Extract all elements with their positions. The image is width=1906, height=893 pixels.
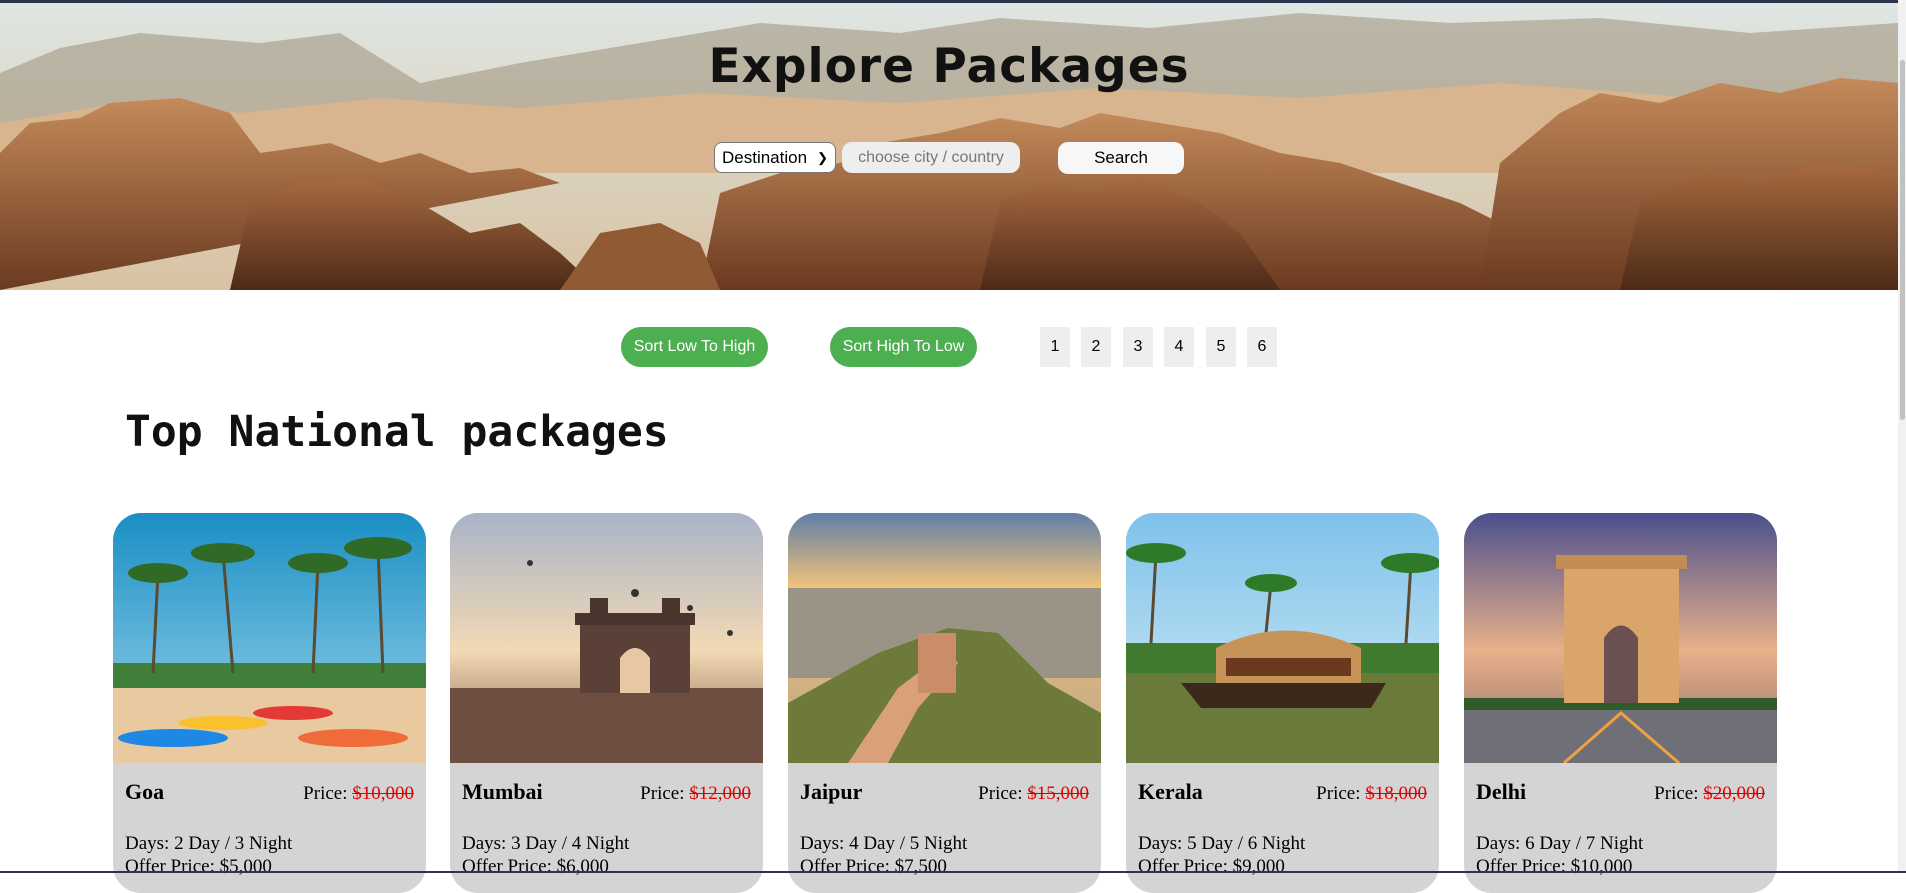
- package-price: Price: $10,000: [303, 783, 414, 805]
- package-offer-price: Offer Price: $6,000: [462, 856, 609, 877]
- search-button[interactable]: Search: [1058, 142, 1184, 174]
- kerala-houseboat-image: [1126, 513, 1439, 763]
- package-card-jaipur[interactable]: Jaipur Price: $15,000 Days: 4 Day / 5 Ni…: [788, 513, 1101, 893]
- package-price: Price: $12,000: [640, 783, 751, 805]
- price-label: Price:: [978, 783, 1023, 804]
- package-card-goa[interactable]: Goa Price: $10,000 Days: 2 Day / 3 Night…: [113, 513, 426, 893]
- page-button-2[interactable]: 2: [1081, 327, 1111, 367]
- destination-select[interactable]: Destination ❯: [714, 142, 836, 173]
- price-label: Price:: [303, 783, 348, 804]
- package-price: Price: $15,000: [978, 783, 1089, 805]
- package-card-delhi[interactable]: Delhi Price: $20,000 Days: 6 Day / 7 Nig…: [1464, 513, 1777, 893]
- package-offer-price: Offer Price: $10,000: [1476, 856, 1633, 877]
- package-duration: Days: 4 Day / 5 Night: [800, 833, 968, 854]
- goa-beach-image: [113, 513, 426, 763]
- chevron-down-icon: ❯: [817, 150, 828, 165]
- package-name: Jaipur: [800, 779, 863, 804]
- package-price: Price: $20,000: [1654, 783, 1765, 805]
- section-title: Top National packages: [125, 407, 669, 457]
- package-duration: Days: 3 Day / 4 Night: [462, 833, 630, 854]
- page-button-6[interactable]: 6: [1247, 327, 1277, 367]
- original-price: $18,000: [1365, 783, 1427, 804]
- city-search-input[interactable]: choose city / country: [842, 142, 1020, 173]
- price-label: Price:: [1316, 783, 1361, 804]
- price-label: Price:: [1654, 783, 1699, 804]
- scrollbar-thumb[interactable]: [1900, 60, 1905, 420]
- package-offer-price: Offer Price: $9,000: [1138, 856, 1285, 877]
- page-button-4[interactable]: 4: [1164, 327, 1194, 367]
- mumbai-gateway-image: [450, 513, 763, 763]
- original-price: $10,000: [352, 783, 414, 804]
- sort-high-to-low-button[interactable]: Sort High To Low: [830, 327, 977, 367]
- package-duration: Days: 6 Day / 7 Night: [1476, 833, 1644, 854]
- package-card-kerala[interactable]: Kerala Price: $18,000 Days: 5 Day / 6 Ni…: [1126, 513, 1439, 893]
- package-offer-price: Offer Price: $7,500: [800, 856, 947, 877]
- jaipur-fort-image: [788, 513, 1101, 763]
- hero-banner: Explore Packages Destination ❯ choose ci…: [0, 3, 1898, 290]
- page-title: Explore Packages: [708, 39, 1190, 94]
- page-button-3[interactable]: 3: [1123, 327, 1153, 367]
- package-price: Price: $18,000: [1316, 783, 1427, 805]
- page-button-5[interactable]: 5: [1206, 327, 1236, 367]
- package-name: Kerala: [1138, 779, 1203, 804]
- price-label: Price:: [640, 783, 685, 804]
- original-price: $20,000: [1703, 783, 1765, 804]
- delhi-india-gate-image: [1464, 513, 1777, 763]
- destination-select-value: Destination: [722, 148, 808, 167]
- package-name: Delhi: [1476, 779, 1527, 804]
- original-price: $15,000: [1027, 783, 1089, 804]
- sort-low-to-high-button[interactable]: Sort Low To High: [621, 327, 768, 367]
- page-button-1[interactable]: 1: [1040, 327, 1070, 367]
- package-duration: Days: 2 Day / 3 Night: [125, 833, 293, 854]
- package-card-mumbai[interactable]: Mumbai Price: $12,000 Days: 3 Day / 4 Ni…: [450, 513, 763, 893]
- package-name: Goa: [125, 779, 165, 804]
- original-price: $12,000: [689, 783, 751, 804]
- package-name: Mumbai: [462, 779, 543, 804]
- package-duration: Days: 5 Day / 6 Night: [1138, 833, 1306, 854]
- package-offer-price: Offer Price: $5,000: [125, 856, 272, 877]
